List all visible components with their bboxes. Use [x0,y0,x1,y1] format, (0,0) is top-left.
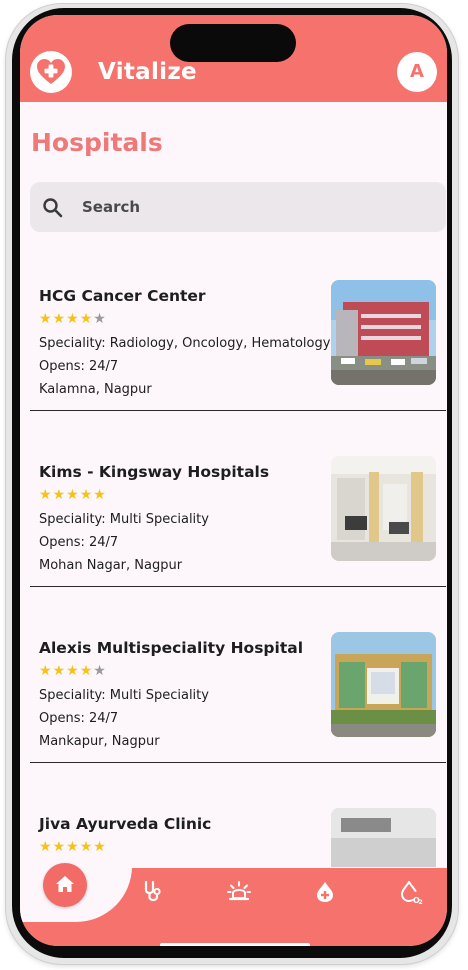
hospital-speciality: Speciality: Multi Speciality [39,512,209,527]
nav-blood-button[interactable] [312,879,338,905]
nav-oxygen-button[interactable]: O 2 [398,879,424,906]
dynamic-island [170,24,296,62]
hospital-photo [331,280,436,385]
star-empty-icon: ★ [93,663,107,679]
hospital-name: HCG Cancer Center [39,287,206,305]
star-icon: ★ [93,487,107,503]
rating-stars: ★★★★★ [39,663,107,679]
search-icon [43,198,63,218]
nav-emergency-button[interactable] [226,879,252,905]
blood-drop-icon [317,882,333,902]
app-logo[interactable] [30,51,72,93]
hospital-location: Mankapur, Nagpur [39,734,160,749]
heart-plus-icon [37,59,65,84]
hospital-list: HCG Cancer Center ★★★★★ Speciality: Radi… [20,247,447,867]
home-icon [56,876,74,892]
rating-stars: ★★★★★ [39,839,107,855]
hospital-card[interactable]: HCG Cancer Center ★★★★★ Speciality: Radi… [30,247,446,411]
star-icon: ★ [79,839,94,855]
star-icon: ★ [79,487,94,503]
hospital-card[interactable]: Jiva Ayurveda Clinic ★★★★★ [30,775,446,867]
star-icon: ★ [52,311,67,327]
hospital-name: Kims - Kingsway Hospitals [39,463,270,481]
star-icon: ★ [66,663,80,679]
star-icon: ★ [39,311,53,327]
hospital-hours: Opens: 24/7 [39,711,119,726]
star-empty-icon: ★ [93,311,107,327]
hospital-photo [331,456,436,561]
rating-stars: ★★★★★ [39,487,107,503]
hospital-hours: Opens: 24/7 [39,535,119,550]
star-icon: ★ [39,487,53,503]
star-icon: ★ [66,839,80,855]
star-icon: ★ [66,487,80,503]
star-icon: ★ [52,839,67,855]
siren-icon [227,881,251,901]
hospital-location: Mohan Nagar, Nagpur [39,558,183,573]
star-icon: ★ [52,663,67,679]
hospital-location: Kalamna, Nagpur [39,382,152,397]
rating-stars: ★★★★★ [39,311,107,327]
app-screen: Vitalize A Hospitals Search HCG Cancer C… [20,15,447,946]
hospital-name: Jiva Ayurveda Clinic [39,815,212,833]
search-bar[interactable]: Search [30,182,446,232]
search-input[interactable]: Search [82,198,140,216]
home-indicator [160,943,310,946]
nav-doctors-button[interactable] [140,879,166,905]
hospital-speciality: Speciality: Multi Speciality [39,688,209,703]
page-title: Hospitals [31,128,163,157]
hospital-name: Alexis Multispeciality Hospital [39,639,304,657]
star-icon: ★ [66,311,80,327]
star-icon: ★ [93,839,107,855]
app-title: Vitalize [98,59,197,85]
star-icon: ★ [39,839,53,855]
hospital-card[interactable]: Alexis Multispeciality Hospital ★★★★★ Sp… [30,599,446,763]
star-icon: ★ [79,311,94,327]
star-icon: ★ [52,487,67,503]
hospital-photo [331,808,436,867]
star-icon: ★ [39,663,53,679]
hospital-photo [331,632,436,737]
user-avatar[interactable]: A [397,52,437,92]
stethoscope-icon [144,880,161,902]
star-icon: ★ [79,663,94,679]
hospital-card[interactable]: Kims - Kingsway Hospitals ★★★★★ Speciali… [30,423,446,587]
hospital-hours: Opens: 24/7 [39,359,119,374]
oxygen-icon: O 2 [400,881,423,906]
nav-home-button[interactable] [43,863,87,907]
hospital-speciality: Speciality: Radiology, Oncology, Hematol… [39,336,331,351]
svg-text:2: 2 [419,899,423,905]
